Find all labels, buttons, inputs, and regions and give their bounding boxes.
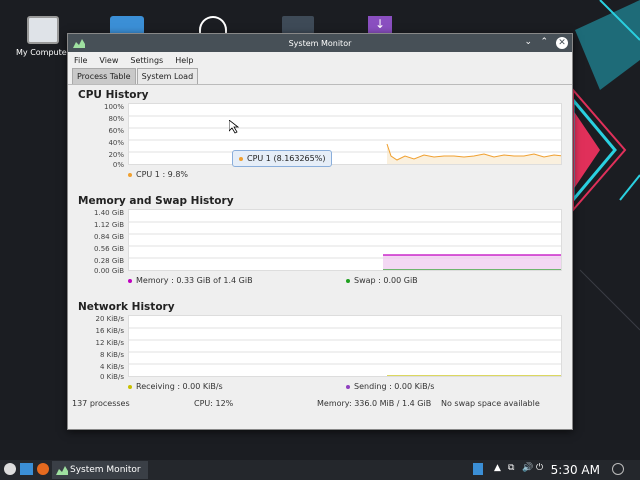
desktop-icon-my-computer[interactable]: My Computer [14, 16, 72, 57]
cpu-tooltip: CPU 1 (8.163265%) [232, 150, 333, 167]
receiving-legend: Receiving : 0.00 KiB/s [128, 382, 223, 391]
memory-y-tick: 0.28 GiB [94, 257, 124, 265]
taskbar-entry-label: System Monitor [70, 465, 141, 475]
cpu-y-tick: 40% [108, 139, 124, 147]
tab-process-table[interactable]: Process Table [72, 68, 136, 84]
folder-icon[interactable] [110, 16, 144, 34]
window-title: System Monitor [288, 38, 352, 48]
system-monitor-task-icon [56, 466, 68, 475]
shade-icon[interactable]: ⌄ [524, 37, 532, 47]
memory-legend-text: Memory : 0.33 GiB of 1.4 GiB [136, 276, 253, 285]
menu-settings[interactable]: Settings [130, 56, 163, 65]
tab-system-load[interactable]: System Load [136, 68, 199, 84]
memory-history-plot [128, 209, 562, 271]
cpu-legend: CPU 1 : 9.8% [128, 170, 188, 179]
computer-icon [27, 16, 59, 44]
network-y-tick: 8 KiB/s [99, 351, 124, 359]
firefox-icon[interactable] [37, 463, 49, 475]
menubar: File View Settings Help [68, 52, 572, 68]
network-y-axis: 20 KiB/s 16 KiB/s 12 KiB/s 8 KiB/s 4 KiB… [68, 315, 124, 381]
network-icon[interactable]: ⧉ [508, 463, 514, 473]
window-titlebar[interactable]: System Monitor ⌄ ⌃ ✕ [68, 34, 572, 52]
cpu-history-title: CPU History [78, 89, 149, 101]
memory-legend-dot [128, 278, 132, 283]
menu-help[interactable]: Help [175, 56, 193, 65]
memory-legend: Memory : 0.33 GiB of 1.4 GiB [128, 276, 253, 285]
cpu-y-axis: 100% 80% 60% 40% 20% 0% [68, 103, 124, 169]
download-icon[interactable]: ↓ [368, 16, 392, 34]
memory-y-axis: 1.40 GiB 1.12 GiB 0.84 GiB 0.56 GiB 0.28… [68, 209, 124, 275]
memory-history-title: Memory and Swap History [78, 195, 234, 207]
network-y-tick: 20 KiB/s [95, 315, 124, 323]
tray-arrow-icon[interactable]: ▲ [494, 463, 501, 473]
memory-y-tick: 0.56 GiB [94, 245, 124, 253]
memory-y-tick: 0.84 GiB [94, 233, 124, 241]
system-monitor-window: System Monitor ⌄ ⌃ ✕ File View Settings … [67, 33, 573, 430]
receiving-legend-text: Receiving : 0.00 KiB/s [136, 382, 223, 391]
sending-legend-text: Sending : 0.00 KiB/s [354, 382, 435, 391]
status-cpu: CPU: 12% [194, 398, 234, 408]
swap-legend-text: Swap : 0.00 GiB [354, 276, 418, 285]
network-y-tick: 16 KiB/s [95, 327, 124, 335]
status-memory: Memory: 336.0 MiB / 1.4 GiB [317, 398, 432, 408]
system-monitor-icon [73, 39, 85, 48]
memory-y-tick: 0.00 GiB [94, 267, 124, 275]
swap-legend: Swap : 0.00 GiB [346, 276, 418, 285]
cpu-y-tick: 20% [108, 151, 124, 159]
cpu-y-tick: 60% [108, 127, 124, 135]
memory-y-tick: 1.40 GiB [94, 209, 124, 217]
network-y-tick: 12 KiB/s [95, 339, 124, 347]
cpu-y-tick: 100% [103, 103, 124, 111]
cpu-tooltip-dot [239, 156, 243, 161]
system-load-panel: CPU History 100% 80% 60% 40% 20% 0% CPU … [68, 85, 572, 412]
status-bar: 137 processes CPU: 12% Memory: 336.0 MiB… [68, 394, 572, 412]
sending-legend-dot [346, 384, 350, 389]
taskbar-entry-system-monitor[interactable]: System Monitor [52, 461, 148, 479]
maximize-icon[interactable]: ⌃ [540, 37, 548, 47]
desktop-icon-label: My Computer [16, 48, 70, 57]
network-y-tick: 0 KiB/s [99, 373, 124, 381]
status-swap: No swap space available [441, 398, 540, 408]
cpu-y-tick: 80% [108, 115, 124, 123]
swap-legend-dot [346, 278, 350, 283]
monitor-app-icon[interactable] [282, 16, 314, 34]
menu-file[interactable]: File [74, 56, 87, 65]
close-icon[interactable]: ✕ [556, 37, 568, 49]
tray-app-icon[interactable] [473, 463, 483, 475]
network-history-title: Network History [78, 301, 175, 313]
volume-icon[interactable]: 🔊 [522, 463, 533, 473]
clock[interactable]: 5:30 AM [551, 463, 600, 477]
file-manager-icon[interactable] [20, 463, 33, 475]
taskbar: System Monitor ▲ ⧉ 🔊 ⏻ 5:30 AM [0, 460, 640, 480]
memory-fill [383, 255, 561, 270]
receiving-legend-dot [128, 384, 132, 389]
network-y-tick: 4 KiB/s [99, 363, 124, 371]
power-icon[interactable]: ⏻ [536, 463, 543, 473]
cpu-history-plot [128, 103, 562, 165]
app-menu-icon[interactable] [4, 463, 16, 475]
cpu-tooltip-text: CPU 1 (8.163265%) [247, 154, 326, 163]
mouse-cursor [229, 120, 239, 134]
show-desktop-icon[interactable] [612, 463, 624, 475]
cpu-legend-dot [128, 172, 132, 177]
status-processes: 137 processes [72, 398, 130, 408]
tab-bar: Process Table System Load [68, 68, 572, 85]
cpu-y-tick: 0% [112, 161, 124, 169]
memory-y-tick: 1.12 GiB [94, 221, 124, 229]
network-history-plot [128, 315, 562, 377]
menu-view[interactable]: View [99, 56, 118, 65]
sending-legend: Sending : 0.00 KiB/s [346, 382, 434, 391]
cpu-legend-text: CPU 1 : 9.8% [136, 170, 189, 179]
